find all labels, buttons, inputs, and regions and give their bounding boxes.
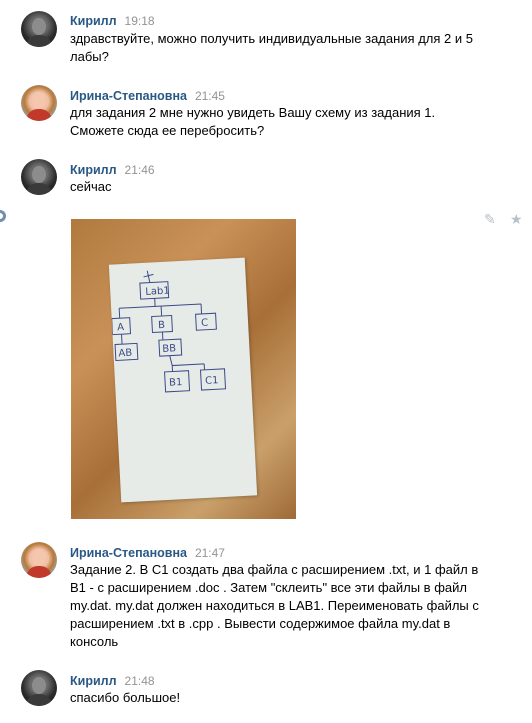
pencil-icon[interactable]: ✎: [484, 211, 496, 228]
avatar[interactable]: [21, 670, 57, 706]
avatar[interactable]: [21, 85, 57, 121]
message-time[interactable]: 21:45: [195, 89, 225, 103]
author-name[interactable]: Кирилл: [70, 14, 117, 28]
diagram-label: A: [117, 322, 125, 333]
photo-attachment[interactable]: Lab1 A B C AB BB B1 C1: [71, 219, 296, 519]
message-text: здравствуйте, можно получить индивидуаль…: [70, 31, 473, 64]
diagram-label: B1: [169, 377, 183, 389]
diagram-label: C: [201, 318, 209, 329]
avatar[interactable]: [21, 542, 57, 578]
author-name[interactable]: Кирилл: [70, 674, 117, 688]
message-time[interactable]: 19:18: [125, 14, 155, 28]
diagram-label: B: [158, 320, 166, 331]
reply-icon[interactable]: [0, 210, 6, 222]
diagram-label: Lab1: [145, 286, 170, 298]
message-time[interactable]: 21:46: [125, 163, 155, 177]
diagram-label: C1: [205, 375, 219, 387]
author-name[interactable]: Кирилл: [70, 163, 117, 177]
avatar[interactable]: [21, 11, 57, 47]
author-name[interactable]: Ирина-Степановна: [70, 546, 187, 560]
author-name[interactable]: Ирина-Степановна: [70, 89, 187, 103]
star-icon[interactable]: ★: [510, 211, 523, 228]
avatar[interactable]: [21, 159, 57, 195]
paper-sheet: Lab1 A B C AB BB B1 C1: [108, 257, 258, 503]
message-time[interactable]: 21:47: [195, 546, 225, 560]
message-text: Задание 2. В С1 создать два файла с расш…: [70, 562, 479, 649]
message-time[interactable]: 21:48: [125, 674, 155, 688]
message-text: для задания 2 мне нужно увидеть Вашу схе…: [70, 105, 436, 138]
diagram-label: BB: [162, 343, 176, 355]
message-text: сейчас: [70, 179, 112, 194]
diagram-label: AB: [118, 348, 132, 360]
hand-drawn-diagram: Lab1 A B C AB BB B1 C1: [111, 270, 227, 393]
message-text: спасибо большое!: [70, 690, 181, 705]
